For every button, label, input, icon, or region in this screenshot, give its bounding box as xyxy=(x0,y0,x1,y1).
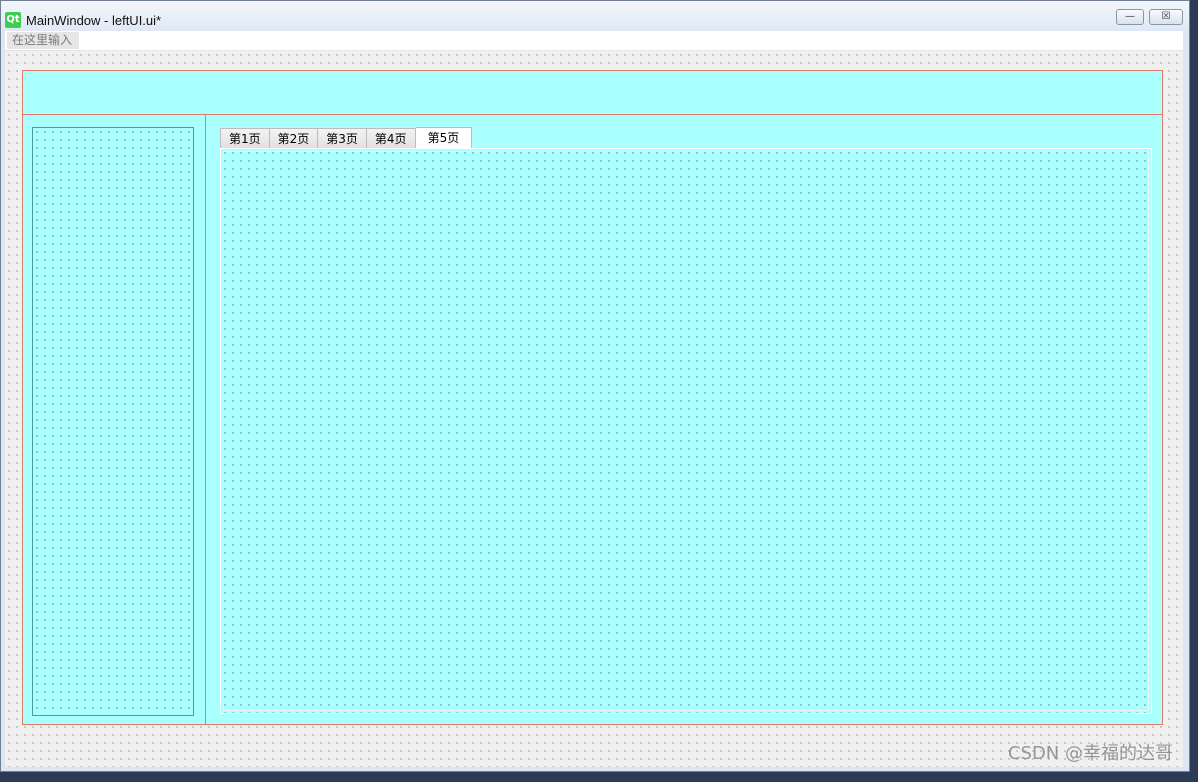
top-panel[interactable] xyxy=(23,71,1162,115)
left-panel[interactable] xyxy=(23,115,206,724)
close-icon: ☒ xyxy=(1161,11,1171,22)
tab-page-2[interactable]: 第2页 xyxy=(269,128,319,148)
qt-logo-icon: Qt xyxy=(5,12,21,28)
tab-content-inner xyxy=(223,151,1149,711)
tab-content-panel[interactable] xyxy=(220,148,1152,714)
main-frame: 第1页 第2页 第3页 第4页 第5页 xyxy=(22,70,1163,725)
left-inner-widget[interactable] xyxy=(32,127,194,716)
menu-bar: 在这里输入 xyxy=(5,31,1183,51)
tab-page-1[interactable]: 第1页 xyxy=(220,128,270,148)
minimize-icon: — xyxy=(1125,11,1135,22)
window-title: MainWindow - leftUI.ui* xyxy=(26,13,162,28)
main-window: Qt MainWindow - leftUI.ui* — ☒ 在这里输入 第1页… xyxy=(0,0,1190,772)
title-bar[interactable]: Qt MainWindow - leftUI.ui* — ☒ xyxy=(1,1,1189,31)
central-widget: 第1页 第2页 第3页 第4页 第5页 xyxy=(5,51,1183,767)
minimize-button[interactable]: — xyxy=(1116,9,1144,25)
close-button[interactable]: ☒ xyxy=(1149,9,1183,25)
menu-type-here-input[interactable]: 在这里输入 xyxy=(7,32,79,49)
tab-page-3[interactable]: 第3页 xyxy=(318,128,367,148)
tab-page-5[interactable]: 第5页 xyxy=(415,127,473,148)
tab-bar: 第1页 第2页 第3页 第4页 第5页 xyxy=(220,127,473,148)
tab-page-4[interactable]: 第4页 xyxy=(366,128,416,148)
watermark-text: CSDN @幸福的达哥 xyxy=(1007,743,1173,764)
right-panel: 第1页 第2页 第3页 第4页 第5页 xyxy=(208,115,1162,724)
